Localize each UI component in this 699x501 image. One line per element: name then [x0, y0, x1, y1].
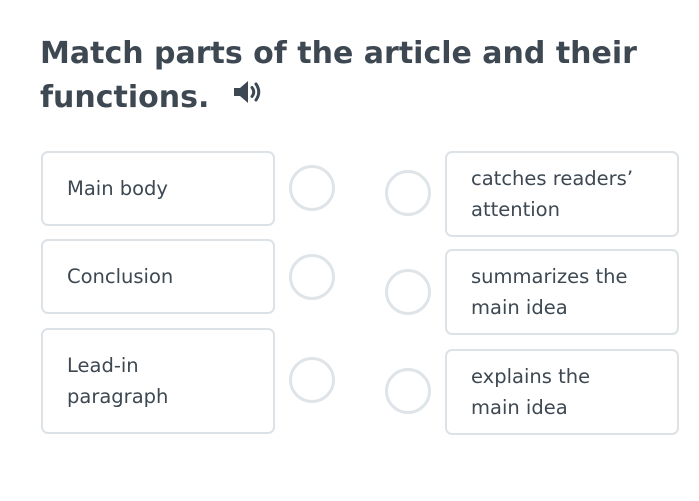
right-item-label: summarizes the main idea [471, 265, 628, 319]
left-item-main-body[interactable]: Main body [41, 151, 275, 226]
right-item-explains[interactable]: explains the main idea [445, 349, 679, 435]
left-item-conclusion[interactable]: Conclusion [41, 239, 275, 314]
left-item-label: Main body [67, 177, 168, 200]
left-match-radio-1[interactable] [289, 165, 335, 211]
left-match-radio-2[interactable] [289, 254, 335, 300]
speaker-volume-icon[interactable] [231, 74, 265, 118]
right-item-catches-attention[interactable]: catches readers’ attention [445, 151, 679, 237]
title-text: Match parts of the article and their fun… [40, 36, 637, 115]
page-title: Match parts of the article and their fun… [40, 32, 640, 121]
right-item-label: explains the main idea [471, 365, 591, 419]
left-match-radio-3[interactable] [289, 357, 335, 403]
right-match-radio-1[interactable] [385, 170, 431, 216]
left-item-label: Lead-in paragraph [67, 354, 169, 408]
left-item-lead-in-paragraph[interactable]: Lead-in paragraph [41, 328, 275, 434]
right-match-radio-3[interactable] [385, 368, 431, 414]
right-match-radio-2[interactable] [385, 269, 431, 315]
right-item-summarizes[interactable]: summarizes the main idea [445, 249, 679, 335]
left-item-label: Conclusion [67, 265, 174, 288]
right-item-label: catches readers’ attention [471, 167, 634, 221]
